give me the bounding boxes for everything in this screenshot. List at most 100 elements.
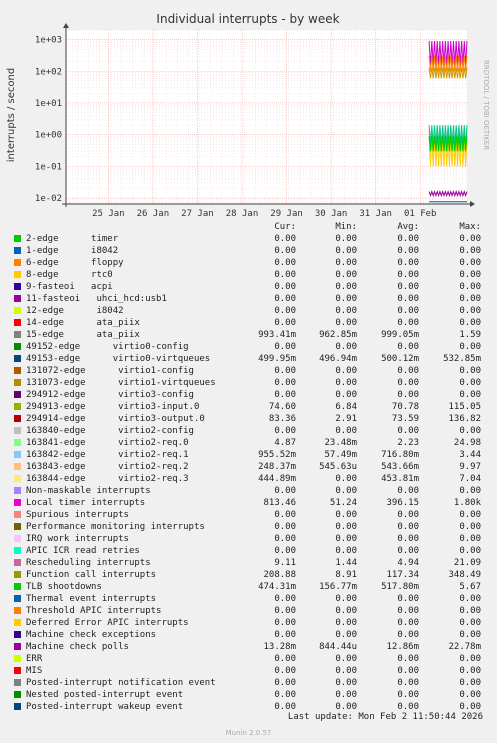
legend-swatch	[14, 571, 21, 578]
legend-label: 12-edge i8042	[26, 306, 124, 316]
legend-min-value: 0.00	[335, 294, 357, 304]
legend-cur-value: 813.46	[263, 498, 296, 508]
legend-max-value: 0.00	[459, 690, 481, 700]
legend-item: 12-edge i8042 0.00 0.00 0.00 0.00	[0, 305, 497, 317]
legend-min-value: 0.00	[335, 258, 357, 268]
legend-max-value: 0.00	[459, 606, 481, 616]
legend-avg-value: 70.78	[391, 402, 419, 412]
legend-swatch	[14, 559, 21, 566]
legend-max-value: 7.04	[459, 474, 481, 484]
legend-max-value: 0.00	[459, 270, 481, 280]
legend-cur-value: 0.00	[274, 390, 296, 400]
legend-swatch	[14, 487, 21, 494]
legend-item: Spurious interrupts 0.00 0.00 0.00 0.00	[0, 509, 497, 521]
legend-item: 2-edge timer 0.00 0.00 0.00 0.00	[0, 233, 497, 245]
legend-avg-value: 0.00	[397, 690, 419, 700]
legend-cur-value: 0.00	[274, 594, 296, 604]
legend-label: APIC ICR read retries	[26, 546, 140, 556]
header-max: Max:	[459, 222, 481, 232]
legend-label: 294913-edge virtio3-input.0	[26, 402, 200, 412]
legend-min-value: 0.00	[335, 318, 357, 328]
legend-avg-value: 0.00	[397, 486, 419, 496]
legend-max-value: 22.78m	[448, 642, 481, 652]
legend-swatch	[14, 343, 21, 350]
legend-item: Thermal event interrupts 0.00 0.00 0.00 0.00	[0, 593, 497, 605]
legend-min-value: 0.00	[335, 594, 357, 604]
legend-max-value: 0.00	[459, 678, 481, 688]
legend-avg-value: 0.00	[397, 546, 419, 556]
legend-min-value: 0.00	[335, 654, 357, 664]
legend-min-value: 0.00	[335, 690, 357, 700]
legend-item: 14-edge ata_piix 0.00 0.00 0.00 0.00	[0, 317, 497, 329]
legend-label: 163843-edge virtio2-req.2	[26, 462, 189, 472]
legend-item: 6-edge floppy 0.00 0.00 0.00 0.00	[0, 257, 497, 269]
legend-swatch	[14, 379, 21, 386]
munin-version: Munin 2.0.57	[225, 729, 272, 737]
legend-max-value: 0.00	[459, 594, 481, 604]
legend-item: Machine check exceptions 0.00 0.00 0.00 0.00	[0, 629, 497, 641]
legend-max-value: 115.05	[448, 402, 481, 412]
legend-avg-value: 396.15	[386, 498, 419, 508]
legend-swatch	[14, 475, 21, 482]
legend-item: TLB shootdowns 474.31m 156.77m 517.80m 5.67	[0, 581, 497, 593]
x-tick-label: 26 Jan	[137, 209, 170, 219]
legend-swatch	[14, 367, 21, 374]
legend-item: Threshold APIC interrupts 0.00 0.00 0.00 0.0…	[0, 605, 497, 617]
legend-max-value: 0.00	[459, 522, 481, 532]
legend-min-value: 0.00	[335, 426, 357, 436]
legend-min-value: 496.94m	[319, 354, 357, 364]
legend-label: 1-edge i8042	[26, 246, 119, 256]
legend-label: Non-maskable interrupts	[26, 486, 151, 496]
legend-avg-value: 0.00	[397, 246, 419, 256]
legend-avg-value: 73.59	[391, 414, 419, 424]
legend-min-value: 51.24	[329, 498, 357, 508]
legend-cur-value: 0.00	[274, 234, 296, 244]
legend-avg-value: 0.00	[397, 390, 419, 400]
legend-item: 1-edge i8042 0.00 0.00 0.00 0.00	[0, 245, 497, 257]
legend-min-value: 0.00	[335, 534, 357, 544]
legend-label: 163842-edge virtio2-req.1	[26, 450, 189, 460]
legend-label: Performance monitoring interrupts	[26, 522, 205, 532]
series-line	[428, 200, 468, 203]
x-tick-label: 31 Jan	[359, 209, 392, 219]
legend-cur-value: 0.00	[274, 318, 296, 328]
legend-label: 131072-edge virtio1-config	[26, 366, 194, 376]
legend-item: Rescheduling interrupts 9.11 1.44 4.94 21.09	[0, 557, 497, 569]
legend-label: 163844-edge virtio2-req.3	[26, 474, 189, 484]
legend-min-value: 0.00	[335, 342, 357, 352]
legend-cur-value: 0.00	[274, 654, 296, 664]
chart-title: Individual interrupts - by week	[156, 12, 339, 26]
legend-label: Deferred Error APIC interrupts	[26, 618, 189, 628]
y-tick-label: 1e-02	[35, 194, 62, 204]
legend-max-value: 9.97	[459, 462, 481, 472]
legend-label: 11-fasteoi uhci_hcd:usb1	[26, 294, 167, 304]
legend-max-value: 0.00	[459, 258, 481, 268]
legend-min-value: 1.44	[335, 558, 357, 568]
legend-item: 49153-edge virtio0-virtqueues 499.95m 496.…	[0, 353, 497, 365]
legend-avg-value: 0.00	[397, 678, 419, 688]
legend-label: Machine check exceptions	[26, 630, 157, 640]
x-tick-label: 25 Jan	[92, 209, 125, 219]
legend-item: 294914-edge virtio3-output.0 83.36 2.91 73.…	[0, 413, 497, 425]
legend-max-value: 136.82	[448, 414, 481, 424]
legend-avg-value: 0.00	[397, 630, 419, 640]
legend-avg-value: 0.00	[397, 594, 419, 604]
legend-label: 8-edge rtc0	[26, 270, 113, 280]
legend-cur-value: 0.00	[274, 690, 296, 700]
y-tick-label: 1e+03	[35, 36, 62, 46]
legend-cur-value: 0.00	[274, 618, 296, 628]
legend-label: Local timer interrupts	[26, 498, 146, 508]
legend-avg-value: 999.05m	[381, 330, 419, 340]
legend-cur-value: 993.41m	[258, 330, 296, 340]
legend-item: Performance monitoring interrupts 0.00 0.0…	[0, 521, 497, 533]
x-tick-label: 27 Jan	[181, 209, 214, 219]
legend-item: 11-fasteoi uhci_hcd:usb1 0.00 0.00 0.00 0.00	[0, 293, 497, 305]
legend-item: 163840-edge virtio2-config 0.00 0.00 0.00 0.…	[0, 425, 497, 437]
x-axis-arrow	[470, 201, 475, 207]
legend-swatch	[14, 259, 21, 266]
legend-min-value: 0.00	[335, 522, 357, 532]
legend-cur-value: 0.00	[274, 366, 296, 376]
legend-avg-value: 0.00	[397, 618, 419, 628]
legend-item: Local timer interrupts 813.46 51.24 396.15 1…	[0, 497, 497, 509]
legend-max-value: 0.00	[459, 426, 481, 436]
